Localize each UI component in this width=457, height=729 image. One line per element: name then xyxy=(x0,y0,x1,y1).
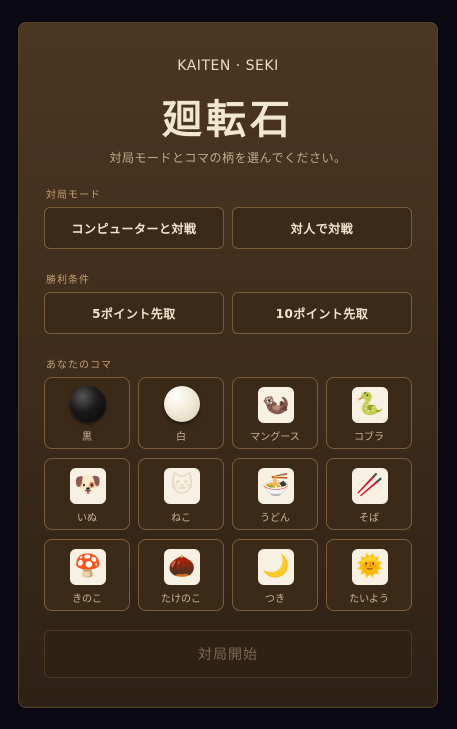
piece-name: コブラ xyxy=(354,432,384,443)
start-game-label: 対局開始 xyxy=(198,647,258,663)
piece-option-udon[interactable]: 🍜 うどん xyxy=(232,458,318,530)
dog-icon: 🐶 xyxy=(70,468,106,504)
setup-panel: KAITEN · SEKI 廻転石 対局モードとコマの柄を選んでください。 対局… xyxy=(18,22,438,708)
game-title: 廻転石 xyxy=(162,96,294,143)
bamboo-shoot-icon: 🌰 xyxy=(164,549,200,585)
moon-icon: 🌙 xyxy=(258,549,294,585)
piece-name: きのこ xyxy=(72,594,102,605)
win-10-points-button[interactable]: 10ポイント先取 xyxy=(232,292,412,334)
udon-icon: 🍜 xyxy=(258,468,294,504)
win-section-label: 勝利条件 xyxy=(46,275,90,286)
piece-name: そば xyxy=(359,513,379,524)
soba-icon: 🥢 xyxy=(352,468,388,504)
white-stone-icon xyxy=(164,386,200,422)
sun-icon: 🌞 xyxy=(352,549,388,585)
piece-option-white[interactable]: 白 xyxy=(138,377,224,449)
piece-name: マングース xyxy=(250,432,300,443)
mushroom-icon: 🍄 xyxy=(70,549,106,585)
piece-name: たけのこ xyxy=(161,594,201,605)
win-10-points-label: 10ポイント先取 xyxy=(275,306,369,321)
piece-option-moon[interactable]: 🌙 つき xyxy=(232,539,318,611)
piece-option-black[interactable]: 黒 xyxy=(44,377,130,449)
mode-vs-computer-label: コンピューターと対戦 xyxy=(71,221,197,236)
piece-name: 黒 xyxy=(82,432,92,443)
start-game-button[interactable]: 対局開始 xyxy=(44,630,412,678)
mode-vs-human-button[interactable]: 対人で対戦 xyxy=(232,207,412,249)
mode-vs-human-label: 対人で対戦 xyxy=(290,221,354,236)
piece-option-cobra[interactable]: 🐍 コブラ xyxy=(326,377,412,449)
win-5-points-button[interactable]: 5ポイント先取 xyxy=(44,292,224,334)
piece-name: うどん xyxy=(260,513,290,524)
piece-name: たいよう xyxy=(349,594,389,605)
brand-label: KAITEN · SEKI xyxy=(177,58,279,74)
cobra-icon: 🐍 xyxy=(352,387,388,423)
cat-icon: 🐱 xyxy=(164,468,200,504)
mode-section-label: 対局モード xyxy=(46,190,101,201)
piece-name: いぬ xyxy=(77,513,97,524)
piece-option-soba[interactable]: 🥢 そば xyxy=(326,458,412,530)
piece-name: 白 xyxy=(176,432,186,443)
piece-option-mushroom[interactable]: 🍄 きのこ xyxy=(44,539,130,611)
win-5-points-label: 5ポイント先取 xyxy=(92,306,176,321)
piece-name: つき xyxy=(265,594,285,605)
mode-vs-computer-button[interactable]: コンピューターと対戦 xyxy=(44,207,224,249)
pieces-section-label: あなたのコマ xyxy=(46,360,112,371)
piece-option-dog[interactable]: 🐶 いぬ xyxy=(44,458,130,530)
mongoose-icon: 🦦 xyxy=(258,387,294,423)
piece-option-sun[interactable]: 🌞 たいよう xyxy=(326,539,412,611)
instructions: 対局モードとコマの柄を選んでください。 xyxy=(109,151,347,165)
piece-name: ねこ xyxy=(171,513,191,524)
piece-option-mongoose[interactable]: 🦦 マングース xyxy=(232,377,318,449)
black-stone-icon xyxy=(70,386,106,422)
piece-option-cat[interactable]: 🐱 ねこ xyxy=(138,458,224,530)
piece-option-bamboo-shoot[interactable]: 🌰 たけのこ xyxy=(138,539,224,611)
